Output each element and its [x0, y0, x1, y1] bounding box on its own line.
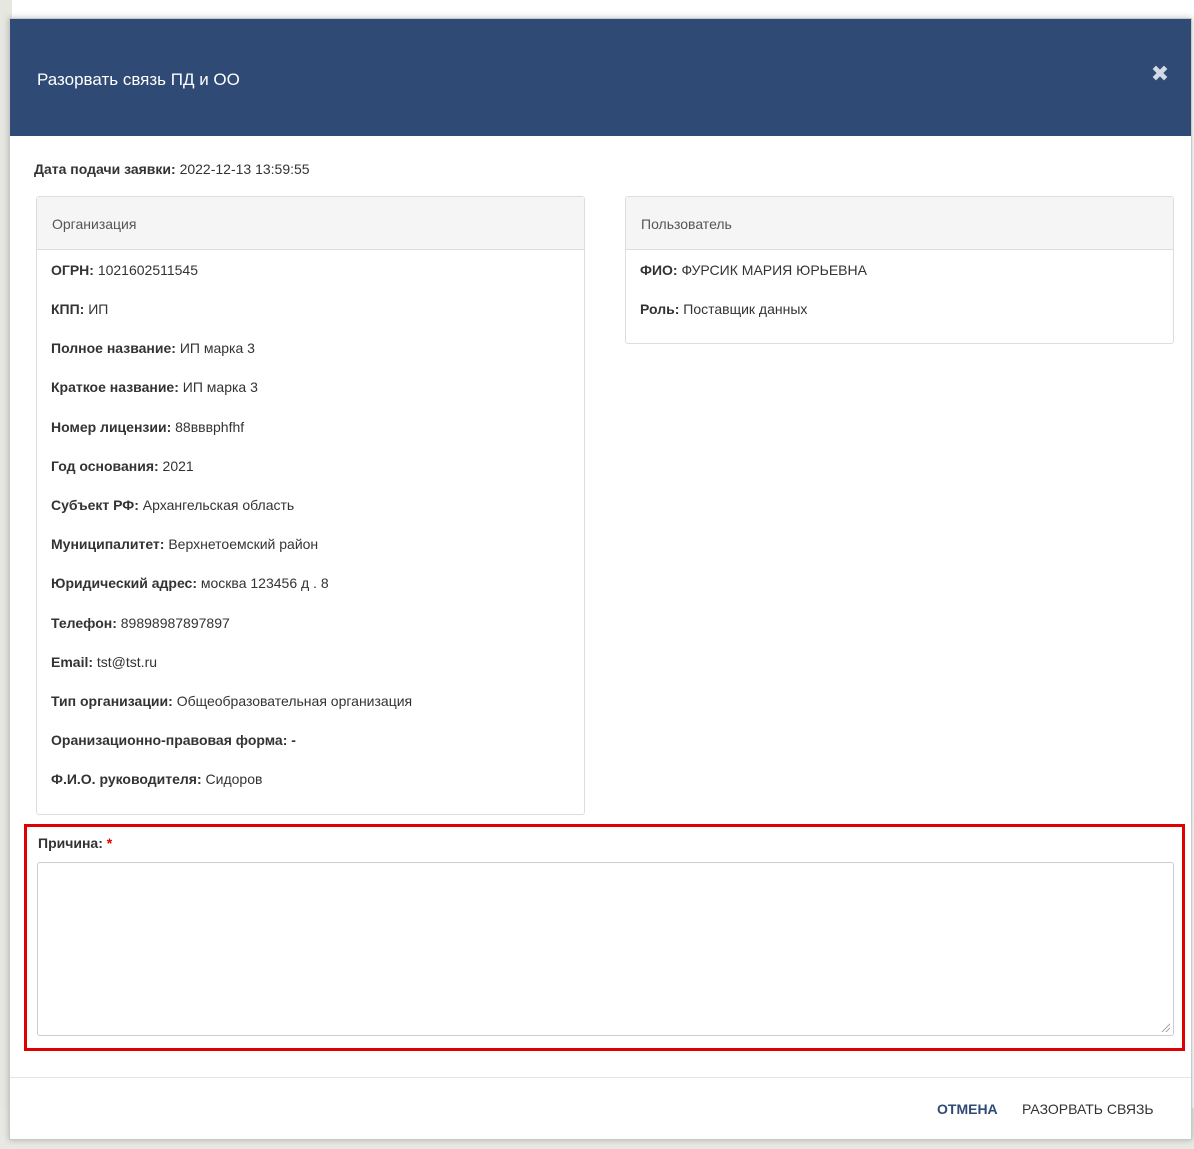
field-value: ИП: [88, 301, 109, 317]
request-date-label: Дата подачи заявки:: [34, 161, 176, 177]
field-label: Год основания:: [51, 458, 159, 474]
field-label: Телефон:: [51, 615, 117, 631]
reason-textarea[interactable]: [37, 862, 1174, 1036]
field-value: tst@tst.ru: [96, 654, 158, 670]
org-field-legal-address: Юридический адрес: москва 123456 д . 8: [51, 575, 329, 591]
field-value: 89898987897897: [120, 615, 230, 631]
org-field-founded: Год основания: 2021: [51, 458, 194, 474]
close-icon[interactable]: ✖: [1149, 63, 1171, 85]
user-panel: Пользователь ФИО: ФУРСИК МАРИЯ ЮРЬЕВНА Р…: [625, 196, 1174, 344]
reason-label: Причина: *: [38, 835, 112, 851]
break-link-button[interactable]: РАЗОРВАТЬ СВЯЗЬ: [1022, 1101, 1154, 1117]
field-label: ФИО:: [640, 262, 678, 278]
resize-handle-icon[interactable]: [1160, 1022, 1170, 1032]
field-label: Роль:: [640, 301, 680, 317]
request-date-value: 2022-12-13 13:59:55: [179, 161, 310, 177]
field-value: -: [291, 732, 296, 748]
org-field-region: Субъект РФ: Архангельская область: [51, 497, 294, 513]
cancel-button[interactable]: ОТМЕНА: [937, 1101, 998, 1117]
org-field-email: Email: tst@tst.ru: [51, 654, 157, 670]
org-field-type: Тип организации: Общеобразовательная орг…: [51, 693, 412, 709]
user-field-fio: ФИО: ФУРСИК МАРИЯ ЮРЬЕВНА: [640, 262, 867, 278]
field-label: ОГРН:: [51, 262, 94, 278]
dialog-title: Разорвать связь ПД и ОО: [37, 70, 240, 89]
org-field-kpp: КПП: ИП: [51, 301, 108, 317]
reason-label-text: Причина:: [38, 835, 103, 851]
field-value: ИП марка 3: [179, 340, 255, 356]
field-value: 88вввphfhf: [175, 419, 245, 435]
field-label: Номер лицензии:: [51, 419, 172, 435]
org-field-full-name: Полное название: ИП марка 3: [51, 340, 255, 356]
field-value: Поставщик данных: [683, 301, 808, 317]
user-field-role: Роль: Поставщик данных: [640, 301, 807, 317]
organization-panel: Организация ОГРН: 1021602511545 КПП: ИП …: [36, 196, 585, 815]
user-panel-heading: Пользователь: [626, 197, 1173, 250]
org-field-short-name: Краткое название: ИП марка 3: [51, 379, 258, 395]
field-label: КПП:: [51, 301, 85, 317]
org-field-license: Номер лицензии: 88вввphfhf: [51, 419, 244, 435]
field-label: Муниципалитет:: [51, 536, 165, 552]
field-label: Оранизационно-правовая форма:: [51, 732, 288, 748]
field-value: Сидоров: [205, 771, 263, 787]
field-value: ФУРСИК МАРИЯ ЮРЬЕВНА: [681, 262, 867, 278]
field-label: Субъект РФ:: [51, 497, 139, 513]
reason-highlight-frame: Причина: *: [24, 824, 1185, 1051]
org-field-phone: Телефон: 89898987897897: [51, 615, 230, 631]
org-field-municipality: Муниципалитет: Верхнетоемский район: [51, 536, 318, 552]
field-label: Краткое название:: [51, 379, 179, 395]
field-value: москва 123456 д . 8: [200, 575, 329, 591]
dialog-header: Разорвать связь ПД и ОО ✖: [10, 19, 1191, 136]
footer-divider: [10, 1077, 1191, 1078]
field-label: Полное название:: [51, 340, 176, 356]
field-label: Юридический адрес:: [51, 575, 197, 591]
organization-panel-heading: Организация: [37, 197, 584, 250]
org-field-ogrn: ОГРН: 1021602511545: [51, 262, 198, 278]
field-value: Архангельская область: [142, 497, 295, 513]
field-label: Email:: [51, 654, 94, 670]
field-value: ИП марка 3: [182, 379, 258, 395]
org-field-legal-form: Оранизационно-правовая форма: -: [51, 732, 296, 748]
request-date: Дата подачи заявки: 2022-12-13 13:59:55: [34, 161, 310, 177]
field-label: Ф.И.О. руководителя:: [51, 771, 202, 787]
field-value: Верхнетоемский район: [168, 536, 319, 552]
unlink-dialog: Разорвать связь ПД и ОО ✖ Дата подачи за…: [9, 18, 1192, 1140]
field-value: 2021: [162, 458, 194, 474]
field-label: Тип организации:: [51, 693, 173, 709]
field-value: Общеобразовательная организация: [176, 693, 413, 709]
required-asterisk: *: [106, 835, 113, 851]
org-field-director: Ф.И.О. руководителя: Сидоров: [51, 771, 262, 787]
field-value: 1021602511545: [97, 262, 199, 278]
